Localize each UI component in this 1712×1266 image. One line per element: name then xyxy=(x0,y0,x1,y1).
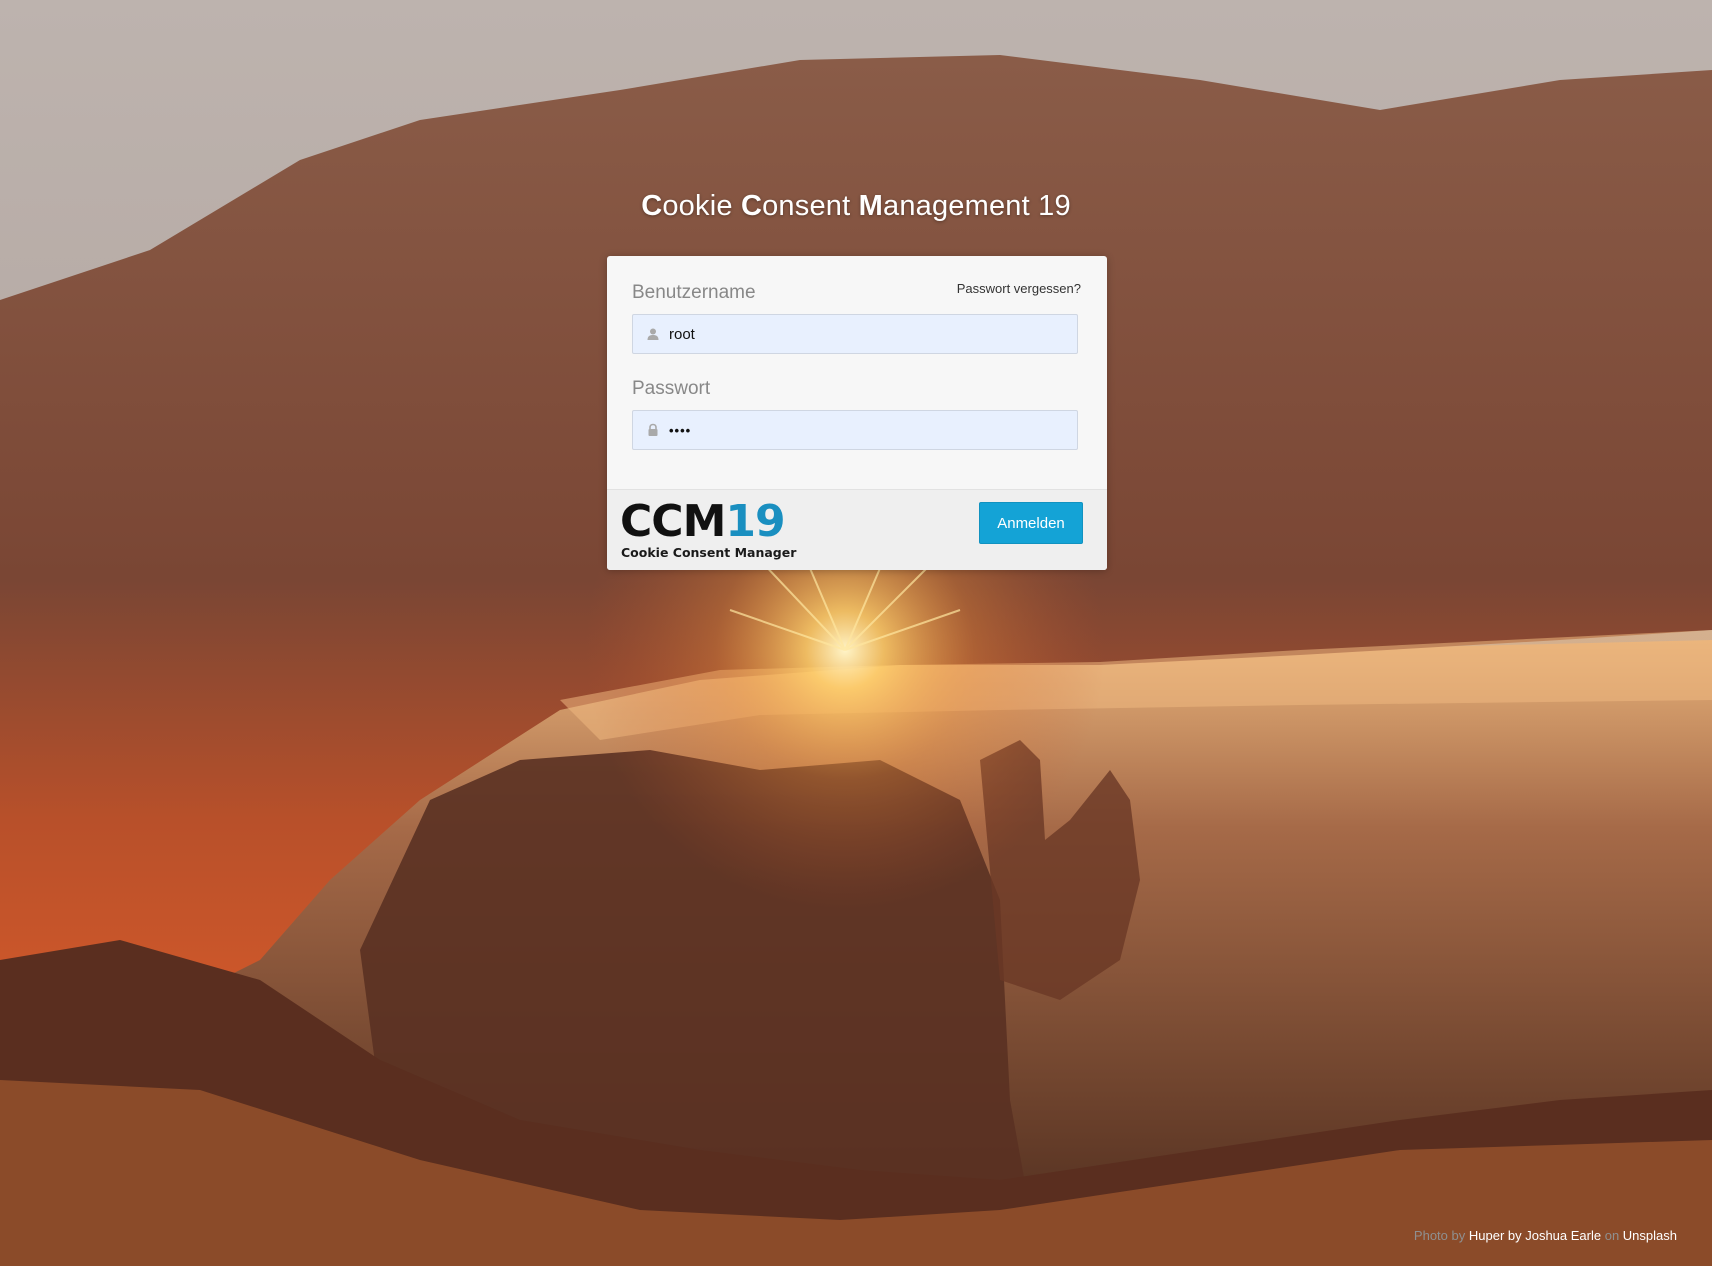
user-icon xyxy=(646,327,660,341)
login-footer: CCM19 Cookie Consent Manager Anmelden xyxy=(607,489,1107,570)
title-part-management: Management 19 xyxy=(858,190,1071,222)
title-part-consent: Consent xyxy=(740,190,859,222)
credit-source-link[interactable]: Unsplash xyxy=(1623,1228,1677,1243)
login-button[interactable]: Anmelden xyxy=(979,502,1083,544)
title-part-cookie: Cookie xyxy=(641,190,741,222)
username-input[interactable] xyxy=(669,315,1069,353)
ccm19-logo: CCM19 Cookie Consent Manager xyxy=(620,500,796,561)
password-input[interactable] xyxy=(669,411,1069,449)
logo-subtitle: Cookie Consent Manager xyxy=(621,545,797,560)
password-label: Passwort xyxy=(632,378,711,399)
forgot-password-link[interactable]: Passwort vergessen? xyxy=(957,281,1081,296)
credit-author-link[interactable]: Huper by Joshua Earle xyxy=(1469,1228,1601,1243)
username-field[interactable] xyxy=(632,314,1078,354)
login-card: Benutzername Passwort vergessen? Passwor… xyxy=(607,256,1107,570)
logo-mark: CCM19 xyxy=(620,496,786,547)
username-label: Benutzername xyxy=(632,282,756,303)
login-form: Benutzername Passwort vergessen? Passwor… xyxy=(607,256,1107,489)
page-title: Cookie Consent Management 19 xyxy=(0,190,1712,223)
photo-credit: Photo by Huper by Joshua Earle on Unspla… xyxy=(1414,1228,1677,1243)
credit-prefix: Photo by xyxy=(1413,1228,1469,1243)
credit-middle: on xyxy=(1601,1228,1623,1243)
password-field[interactable] xyxy=(632,410,1078,450)
lock-icon xyxy=(646,423,660,437)
